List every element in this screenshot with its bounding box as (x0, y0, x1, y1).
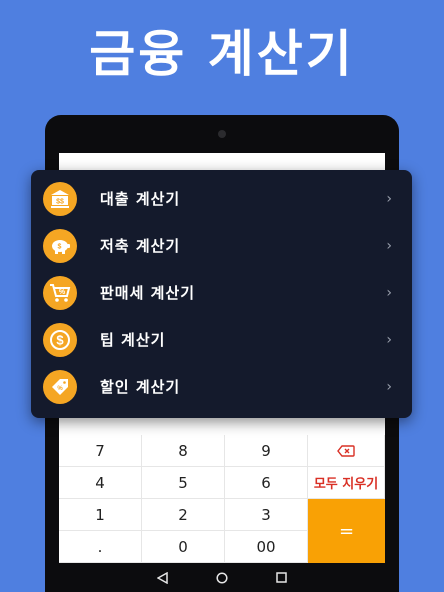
equals-button[interactable]: = (308, 499, 385, 563)
key-5[interactable]: 5 (142, 467, 225, 499)
backspace-button[interactable] (308, 435, 385, 467)
key-2[interactable]: 2 (142, 499, 225, 531)
keypad: 7 8 9 4 5 6 모두 지우기 1 2 3 = . 0 00 (59, 435, 385, 563)
menu-item-label: 팁 계산기 (100, 331, 166, 349)
menu-item-label: 할인 계산기 (100, 378, 181, 396)
home-circle-icon[interactable] (216, 571, 228, 584)
key-7[interactable]: 7 (59, 435, 142, 467)
svg-text:%: % (59, 289, 66, 296)
key-0[interactable]: 0 (142, 531, 225, 563)
menu-item-savings[interactable]: $ 저축 계산기 › (31, 222, 412, 269)
key-8[interactable]: 8 (142, 435, 225, 467)
menu-item-discount[interactable]: % 할인 계산기 › (31, 363, 412, 410)
dollar-coin-icon: $ (43, 322, 77, 357)
chevron-right-icon: › (386, 237, 392, 254)
shopping-cart-percent-icon: % (43, 275, 77, 310)
menu-item-loan[interactable]: $$ 대출 계산기 › (31, 175, 412, 222)
svg-text:$: $ (58, 243, 62, 250)
camera-dot (218, 130, 226, 138)
backspace-icon (337, 444, 355, 457)
menu-item-tip[interactable]: $ 팁 계산기 › (31, 316, 412, 363)
chevron-right-icon: › (386, 378, 392, 395)
system-navigation-bar (45, 563, 399, 592)
menu-item-label: 판매세 계산기 (100, 284, 196, 302)
chevron-right-icon: › (386, 284, 392, 301)
menu-item-sales-tax[interactable]: % 판매세 계산기 › (31, 269, 412, 316)
menu-item-label: 대출 계산기 (100, 190, 181, 208)
key-4[interactable]: 4 (59, 467, 142, 499)
svg-text:%: % (57, 386, 63, 392)
svg-text:$$: $$ (56, 198, 64, 205)
svg-text:$: $ (56, 332, 64, 347)
key-00[interactable]: 00 (225, 531, 308, 563)
key-9[interactable]: 9 (225, 435, 308, 467)
key-3[interactable]: 3 (225, 499, 308, 531)
bank-icon: $$ (43, 181, 77, 216)
recents-square-icon[interactable] (276, 572, 287, 583)
back-triangle-icon[interactable] (157, 571, 168, 584)
key-6[interactable]: 6 (225, 467, 308, 499)
clear-all-button[interactable]: 모두 지우기 (308, 467, 385, 499)
discount-tag-icon: % (43, 369, 77, 404)
calculator-menu: $$ 대출 계산기 › $ 저축 계산기 › % 판매세 계산기 › $ 팁 계… (31, 170, 412, 418)
chevron-right-icon: › (386, 190, 392, 207)
piggy-bank-icon: $ (43, 228, 77, 263)
promo-headline: 금융 계산기 (89, 25, 355, 83)
chevron-right-icon: › (386, 331, 392, 348)
menu-item-label: 저축 계산기 (100, 237, 181, 255)
key-1[interactable]: 1 (59, 499, 142, 531)
key-decimal[interactable]: . (59, 531, 142, 563)
